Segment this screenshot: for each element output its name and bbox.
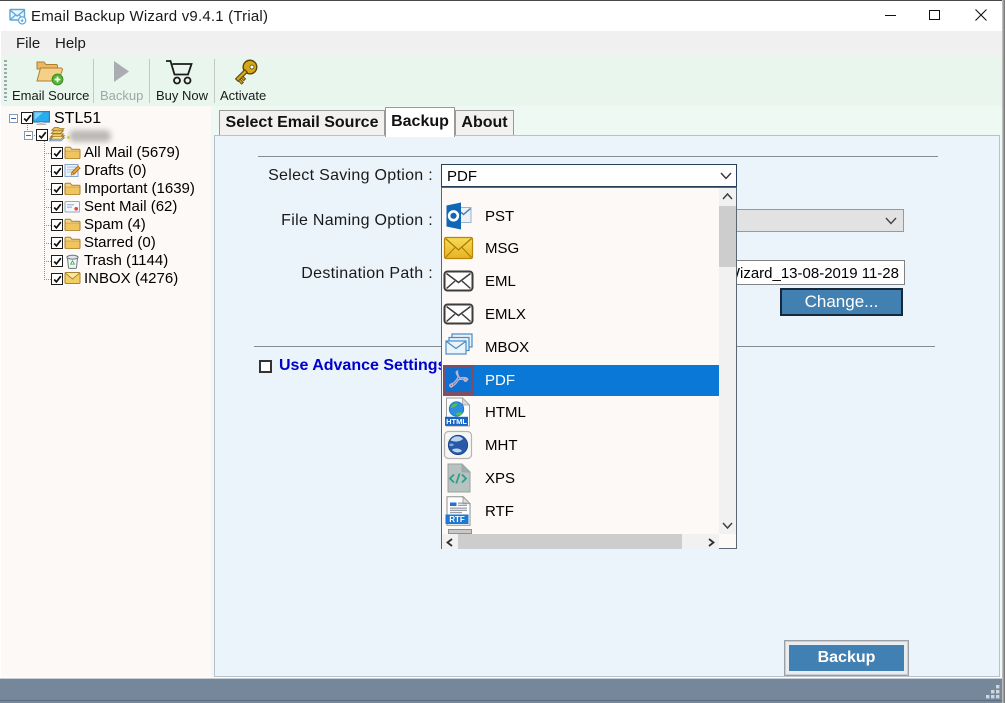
svg-text:RTF: RTF (449, 515, 465, 524)
svg-text:HTML: HTML (446, 417, 467, 426)
